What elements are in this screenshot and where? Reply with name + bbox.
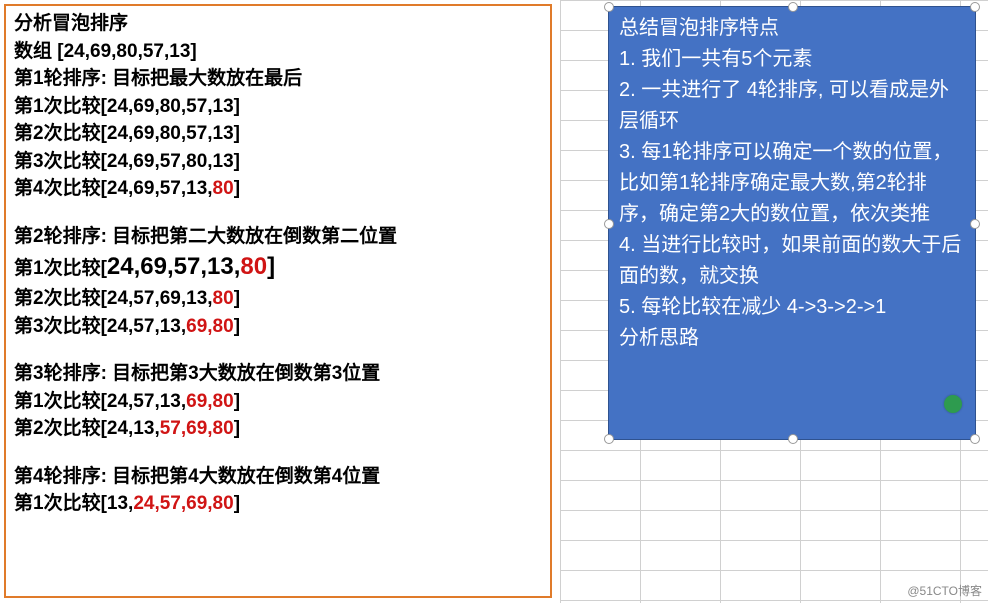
right-p2: 2. 一共进行了 4轮排序, 可以看成是外层循环 xyxy=(619,75,965,137)
r1c4-prefix: 第4次比较[24,69,57,13, xyxy=(14,178,213,199)
r2c1-big-red: 80 xyxy=(240,253,267,280)
resize-handle[interactable] xyxy=(604,2,614,12)
r2c3-prefix: 第3次比较[24,57,13, xyxy=(14,316,186,337)
r2c2-suffix: ] xyxy=(234,288,240,309)
left-analysis-box: 分析冒泡排序 数组 [24,69,80,57,13] 第1轮排序: 目标把最大数… xyxy=(4,4,552,598)
right-p5a: 5. 每轮比较在减少 4->3->2->1 xyxy=(619,292,965,323)
round3-cmp2: 第2次比较[24,13,57,69,80] xyxy=(14,415,542,443)
r2c1-prefix: 第1次比较[ xyxy=(14,258,107,279)
r4c1-suffix: ] xyxy=(234,493,240,514)
round1-cmp4: 第4次比较[24,69,57,13,80] xyxy=(14,175,542,203)
r3c1-suffix: ] xyxy=(234,391,240,412)
round2-cmp2: 第2次比较[24,57,69,13,80] xyxy=(14,285,542,313)
r2c3-suffix: ] xyxy=(234,316,240,337)
left-title: 分析冒泡排序 xyxy=(14,10,542,38)
right-summary-box[interactable]: 总结冒泡排序特点 1. 我们一共有5个元素 2. 一共进行了 4轮排序, 可以看… xyxy=(608,6,976,440)
round4-header: 第4轮排序: 目标把第4大数放在倒数第4位置 xyxy=(14,463,542,491)
resize-handle[interactable] xyxy=(604,219,614,229)
right-title: 总结冒泡排序特点 xyxy=(619,13,965,44)
resize-handle[interactable] xyxy=(604,434,614,444)
round1-cmp3: 第3次比较[24,69,57,80,13] xyxy=(14,148,542,176)
round3-cmp1: 第1次比较[24,57,13,69,80] xyxy=(14,388,542,416)
resize-handle[interactable] xyxy=(788,2,798,12)
r2c3-red: 69,80 xyxy=(186,316,234,337)
round1-header: 第1轮排序: 目标把最大数放在最后 xyxy=(14,65,542,93)
watermark: @51CTO博客 xyxy=(907,582,982,599)
resize-handle[interactable] xyxy=(970,219,980,229)
round4-cmp1: 第1次比较[13,24,57,69,80] xyxy=(14,490,542,518)
round1-cmp1: 第1次比较[24,69,80,57,13] xyxy=(14,93,542,121)
r2c2-prefix: 第2次比较[24,57,69,13, xyxy=(14,288,213,309)
round1-cmp2: 第2次比较[24,69,80,57,13] xyxy=(14,120,542,148)
right-p5b: 分析思路 xyxy=(619,323,965,354)
round2-cmp1: 第1次比较[24,69,57,13,80] xyxy=(14,250,542,285)
resize-handle[interactable] xyxy=(788,434,798,444)
r3c2-prefix: 第2次比较[24,13, xyxy=(14,418,160,439)
right-p1: 1. 我们一共有5个元素 xyxy=(619,44,965,75)
r4c1-red: 24,57,69,80 xyxy=(133,493,233,514)
round3-header: 第3轮排序: 目标把第3大数放在倒数第3位置 xyxy=(14,360,542,388)
r2c1-big: 24,69,57,13, xyxy=(107,253,240,280)
r2c2-red: 80 xyxy=(213,288,234,309)
r1c4-red: 80 xyxy=(213,178,234,199)
array-label: 数组 [24,69,80,57,13] xyxy=(14,38,542,66)
resize-handle[interactable] xyxy=(970,434,980,444)
round2-header: 第2轮排序: 目标把第二大数放在倒数第二位置 xyxy=(14,223,542,251)
r3c1-prefix: 第1次比较[24,57,13, xyxy=(14,391,186,412)
right-p4: 4. 当进行比较时，如果前面的数大于后面的数，就交换 xyxy=(619,230,965,292)
r3c2-red: 57,69,80 xyxy=(160,418,234,439)
round2-cmp3: 第3次比较[24,57,13,69,80] xyxy=(14,313,542,341)
r2c1-suffix: ] xyxy=(267,253,275,280)
resize-handle[interactable] xyxy=(970,2,980,12)
r3c2-suffix: ] xyxy=(234,418,240,439)
right-p3: 3. 每1轮排序可以确定一个数的位置，比如第1轮排序确定最大数,第2轮排序，确定… xyxy=(619,137,965,230)
r3c1-red: 69,80 xyxy=(186,391,234,412)
cursor-icon xyxy=(944,395,962,413)
r4c1-prefix: 第1次比较[13, xyxy=(14,493,133,514)
r1c4-suffix: ] xyxy=(234,178,240,199)
